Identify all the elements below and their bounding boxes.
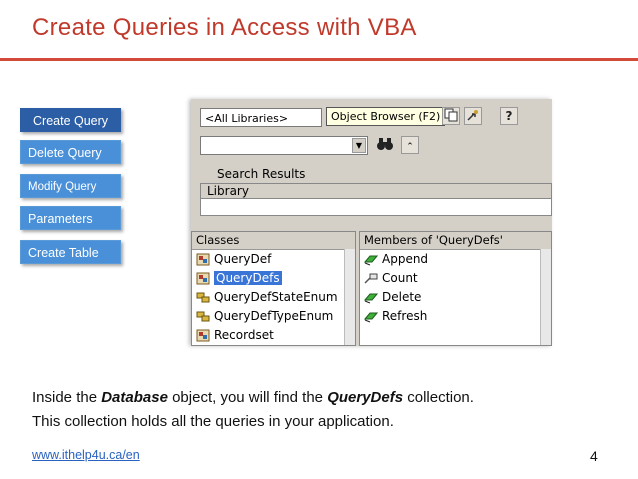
description-line-2: This collection holds all the queries in… xyxy=(32,413,394,430)
library-combo-value: <All Libraries> xyxy=(205,112,289,125)
view-definition-icon xyxy=(467,110,478,121)
class-item-querydef[interactable]: QueryDef xyxy=(192,250,355,269)
object-browser-screenshot: <All Libraries> Object Browser (F2) ? ▼ … xyxy=(191,99,552,346)
class-label: QueryDef xyxy=(214,252,272,266)
members-pane: Members of 'QueryDefs' Append Count Dele… xyxy=(359,231,552,346)
results-column-library[interactable]: Library xyxy=(201,184,551,199)
member-label: Append xyxy=(382,252,429,266)
chevron-down-icon[interactable]: ▼ xyxy=(352,138,366,153)
library-combo[interactable]: <All Libraries> xyxy=(200,108,322,127)
member-item-count[interactable]: Count xyxy=(360,269,551,288)
querydefs-emphasis: QueryDefs xyxy=(327,389,404,406)
nav-delete-query[interactable]: Delete Query xyxy=(20,140,121,164)
class-item-querydefstateenum[interactable]: QueryDefStateEnum xyxy=(192,288,355,307)
property-icon xyxy=(364,273,378,284)
method-icon xyxy=(364,255,378,266)
view-definition-button[interactable] xyxy=(464,107,482,125)
help-icon: ? xyxy=(505,109,513,123)
class-label: QueryDefs xyxy=(214,271,282,285)
help-button[interactable]: ? xyxy=(500,107,518,125)
search-button[interactable] xyxy=(376,136,394,154)
class-label: Recordset xyxy=(214,328,274,342)
copy-button[interactable] xyxy=(442,107,460,125)
page-number: 4 xyxy=(590,448,598,464)
members-header: Members of 'QueryDefs' xyxy=(360,232,551,250)
member-label: Count xyxy=(382,271,418,285)
enum-icon xyxy=(196,311,210,322)
footer-link[interactable]: www.ithelp4u.ca/en xyxy=(32,448,140,462)
nav-modify-query[interactable]: Modify Query xyxy=(20,174,121,198)
member-label: Delete xyxy=(382,290,422,304)
search-results-label: Search Results xyxy=(217,167,306,181)
class-icon xyxy=(196,272,210,285)
class-icon xyxy=(196,253,210,266)
object-browser-tooltip: Object Browser (F2) xyxy=(326,107,446,126)
nav-parameters[interactable]: Parameters xyxy=(20,206,121,230)
classes-pane: Classes QueryDef QueryDefs QueryDefState… xyxy=(191,231,356,346)
method-icon xyxy=(364,293,378,304)
description-text: Inside the xyxy=(32,389,102,406)
classes-header: Classes xyxy=(192,232,355,250)
class-item-querydefs[interactable]: QueryDefs xyxy=(192,269,355,288)
title-divider xyxy=(0,58,638,61)
search-combo[interactable]: ▼ xyxy=(200,136,368,155)
search-results-list: Library xyxy=(200,183,552,216)
enum-icon xyxy=(196,292,210,303)
copy-icon xyxy=(444,108,458,122)
class-label: QueryDefStateEnum xyxy=(214,290,338,304)
member-item-refresh[interactable]: Refresh xyxy=(360,307,551,326)
description-text: object, you will find the xyxy=(167,389,328,406)
classes-scrollbar[interactable] xyxy=(344,249,355,345)
class-icon xyxy=(196,329,210,342)
nav-create-query[interactable]: Create Query xyxy=(20,108,121,132)
binoculars-icon xyxy=(377,138,393,150)
description-line-1: Inside the Database object, you will fin… xyxy=(32,389,474,406)
member-item-delete[interactable]: Delete xyxy=(360,288,551,307)
member-item-append[interactable]: Append xyxy=(360,250,551,269)
description-text: collection. xyxy=(403,389,474,406)
database-emphasis: Database xyxy=(101,389,168,406)
collapse-icon: ⌃ xyxy=(406,142,414,152)
slide-title: Create Queries in Access with VBA xyxy=(32,14,417,41)
class-label: QueryDefTypeEnum xyxy=(214,309,334,323)
show-hide-results-button[interactable]: ⌃ xyxy=(401,136,419,154)
class-item-recordset[interactable]: Recordset xyxy=(192,326,355,345)
nav-create-table[interactable]: Create Table xyxy=(20,240,121,264)
member-label: Refresh xyxy=(382,309,428,323)
method-icon xyxy=(364,312,378,323)
class-item-querydeftypeenum[interactable]: QueryDefTypeEnum xyxy=(192,307,355,326)
members-scrollbar[interactable] xyxy=(540,249,551,345)
